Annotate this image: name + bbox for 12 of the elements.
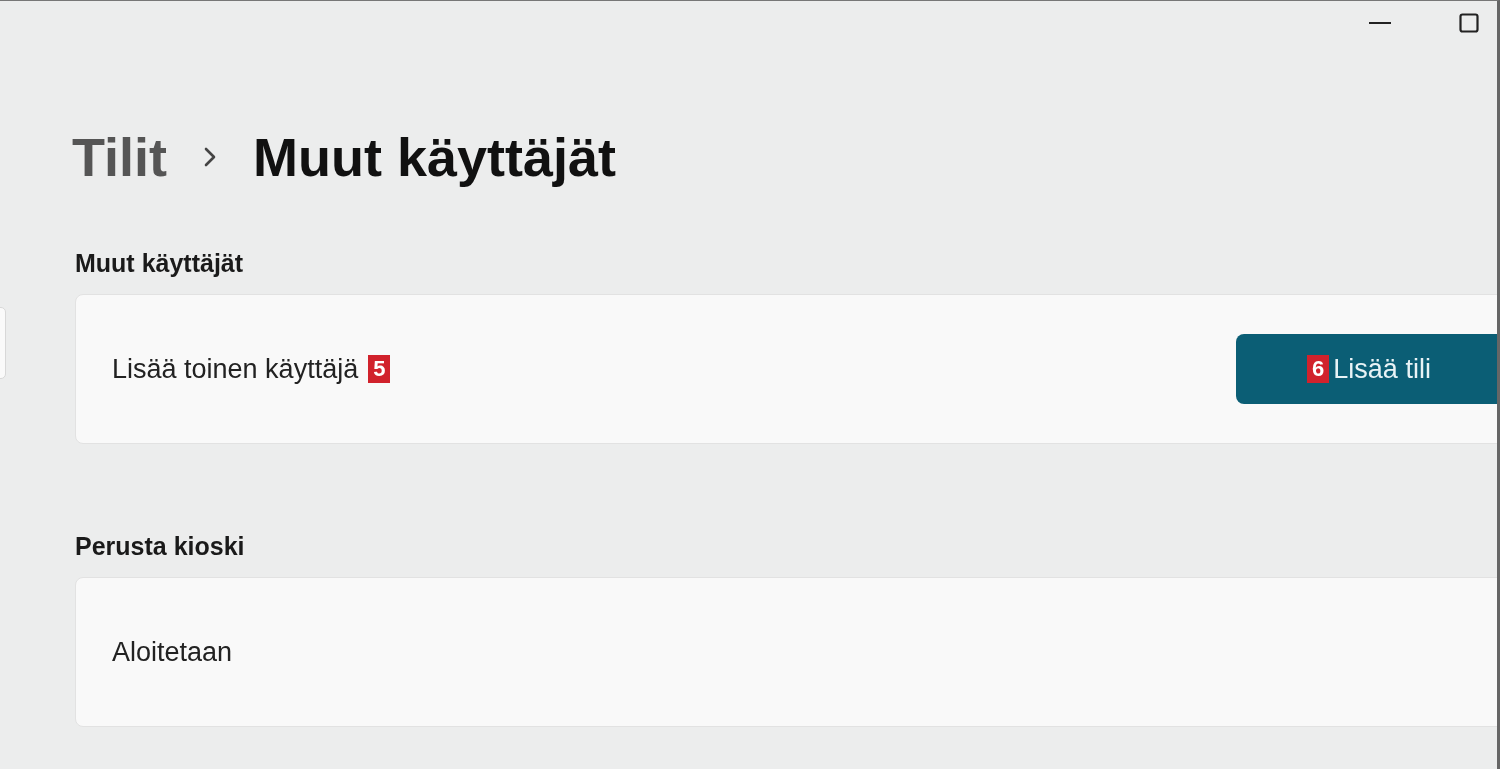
minimize-icon [1369, 21, 1391, 25]
maximize-icon [1459, 13, 1479, 33]
add-account-button[interactable]: 6 Lisää tili [1236, 334, 1497, 404]
setting-label: Lisää toinen käyttäjä [112, 353, 359, 385]
number-marker: 5 [368, 355, 391, 383]
breadcrumb-parent[interactable]: Tilit [72, 126, 167, 188]
setting-label: Aloitetaan [112, 636, 233, 668]
page-title: Muut käyttäjät [253, 126, 617, 188]
chevron-icon [203, 146, 217, 168]
section-heading: Perusta kioski [74, 532, 246, 561]
number-marker: 6 [1307, 355, 1330, 383]
section-heading: Muut käyttäjät [74, 249, 245, 278]
